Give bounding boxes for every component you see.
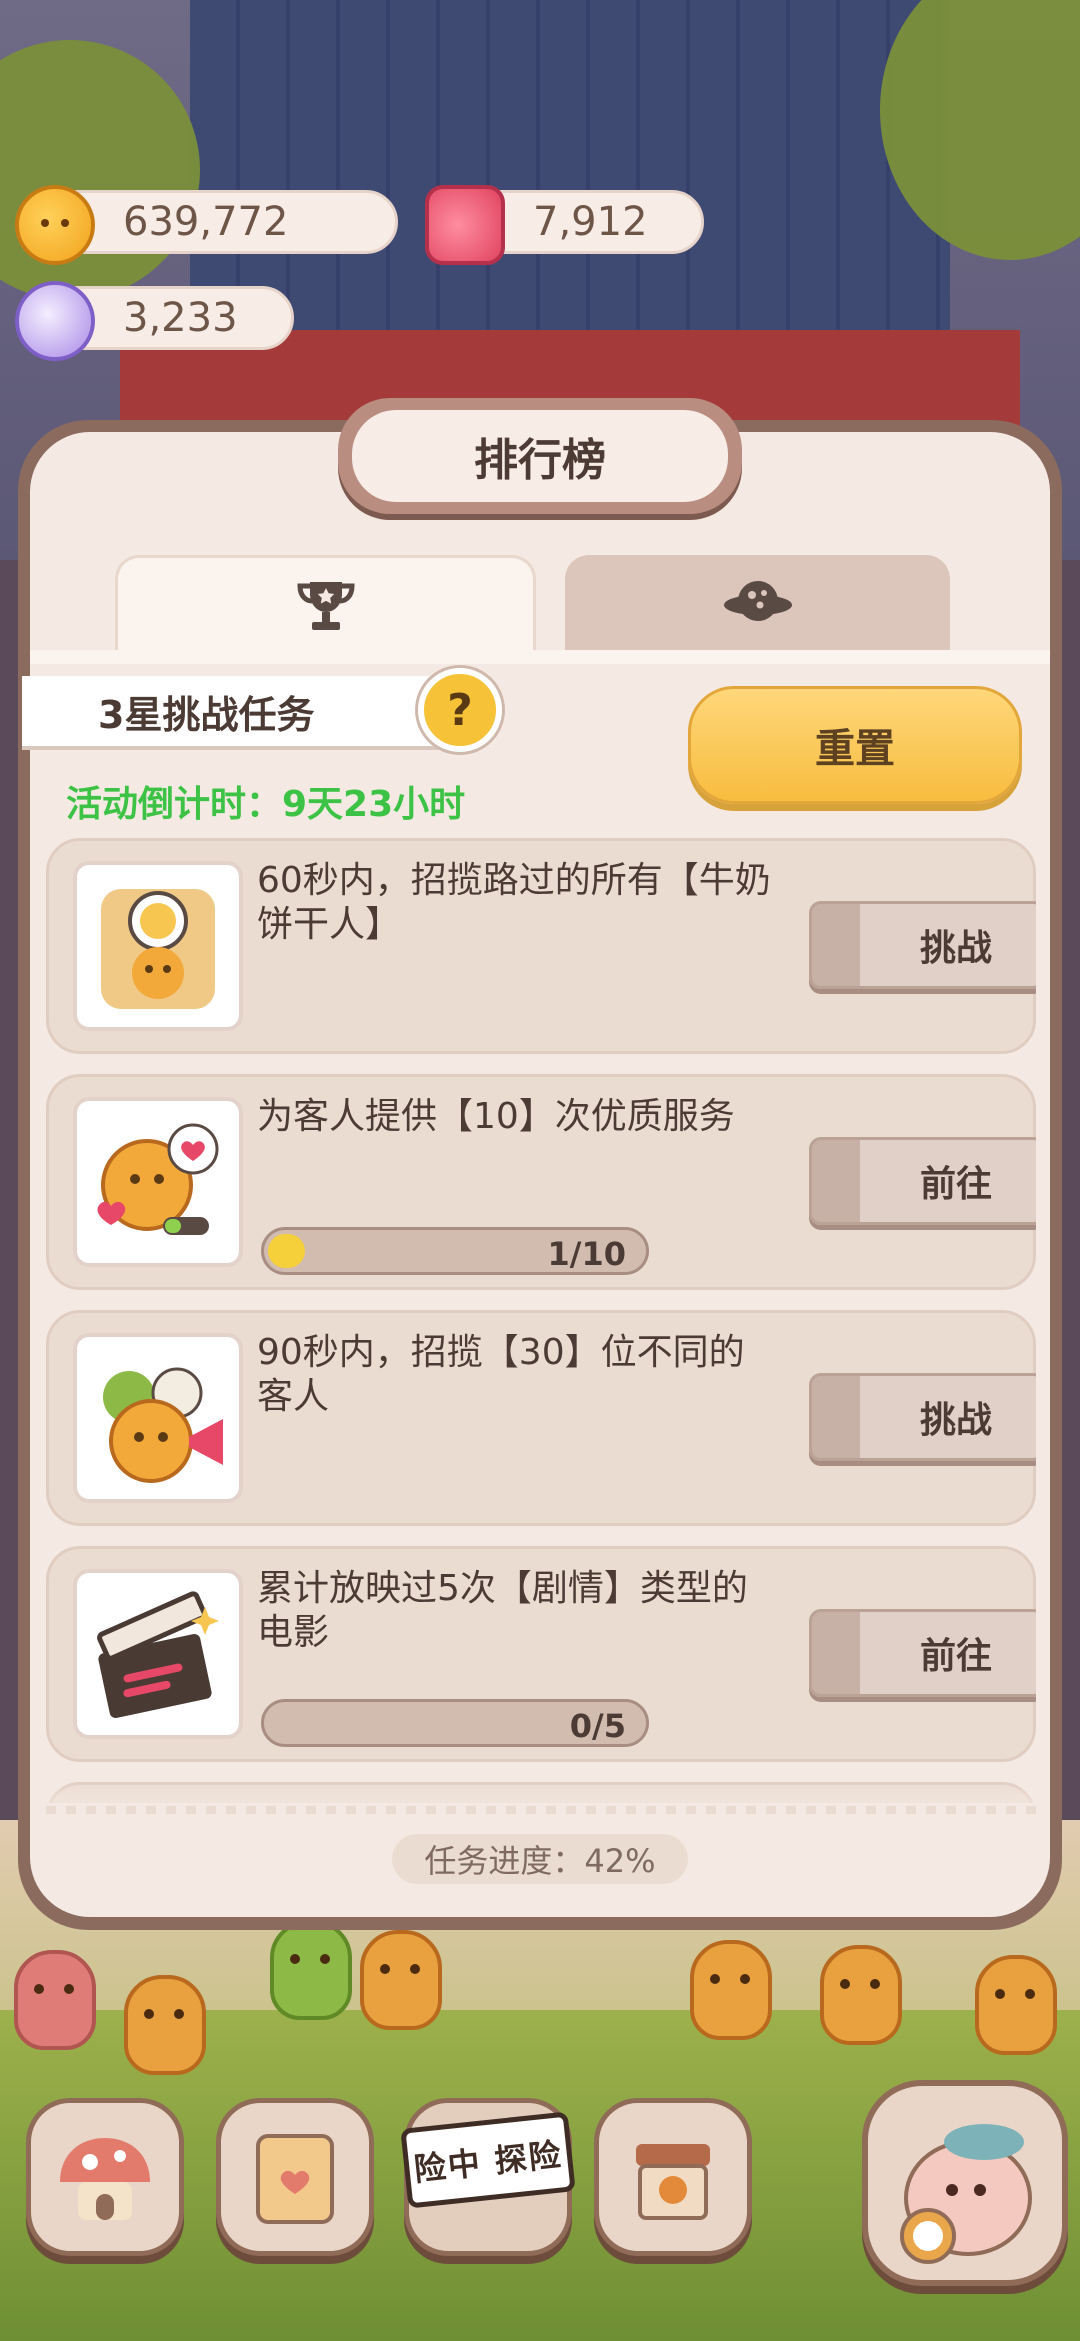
nav-pet-button[interactable]	[862, 2080, 1068, 2286]
task-description: 为客人提供【10】次优质服务	[257, 1096, 735, 1137]
task-description: 60秒内，招揽路过的所有【牛奶饼干人】	[257, 860, 771, 945]
challenge-button[interactable]: 挑战	[809, 901, 1036, 989]
tab-planet[interactable]	[565, 555, 950, 650]
trophy-icon	[296, 581, 355, 630]
cafe-stand-icon	[636, 2144, 710, 2220]
fish-clock-pet-icon	[900, 2124, 1032, 2264]
go-button[interactable]: 前往	[809, 1137, 1036, 1225]
task-card: 60秒内，招揽路过的所有【牛奶饼干人】 挑战	[46, 838, 1036, 1054]
crystal-gem-icon	[15, 281, 95, 361]
nav-cafe-button[interactable]	[594, 2098, 752, 2256]
milk-cookie-stopwatch-icon	[73, 861, 243, 1031]
cookie-npc[interactable]	[820, 1945, 902, 2045]
planet-icon	[723, 580, 792, 621]
currency-value: 3,233	[123, 295, 238, 341]
overall-task-progress: 任务进度：42%	[392, 1834, 688, 1884]
shop-roof	[190, 0, 950, 374]
panel-title: 排行榜	[352, 410, 728, 502]
challenge-button[interactable]: 挑战	[809, 1373, 1036, 1461]
task-card: 90秒内，招揽【30】位不同的客人 挑战	[46, 1310, 1036, 1526]
currency-gems[interactable]: 3,233	[15, 281, 294, 361]
task-progress-bar: 0/5	[261, 1699, 649, 1747]
nav-notebook-button[interactable]	[216, 2098, 374, 2256]
go-button[interactable]: 前往	[809, 1609, 1036, 1697]
task-card: 为客人提供【10】次优质服务 前往 1/10	[46, 1074, 1036, 1290]
cookie-npc[interactable]	[360, 1930, 442, 2030]
help-button[interactable]: ?	[418, 668, 502, 752]
cookie-npc[interactable]	[975, 1955, 1057, 2055]
progress-text: 1/10	[547, 1235, 626, 1273]
cookie-npc[interactable]	[124, 1975, 206, 2075]
progress-fill	[268, 1234, 306, 1268]
currency-cookie-coins[interactable]: 639,772	[15, 185, 398, 265]
task-progress-bar: 1/10	[261, 1227, 649, 1275]
question-icon: ?	[447, 684, 473, 736]
tab-underline	[30, 650, 1050, 664]
task-group-title: 3星挑战任务	[22, 676, 484, 746]
progress-text: 0/5	[569, 1707, 626, 1745]
list-fade	[46, 1780, 1036, 1820]
cookie-heart-service-icon	[73, 1097, 243, 1267]
task-description: 90秒内，招揽【30】位不同的客人	[257, 1332, 745, 1417]
nav-house-button[interactable]	[26, 2098, 184, 2256]
task-card: 累计放映过5次【剧情】类型的电影 前往 0/5	[46, 1546, 1036, 1762]
task-description: 累计放映过5次【剧情】类型的电影	[257, 1568, 748, 1653]
cookie-npc[interactable]	[270, 1920, 352, 2020]
panel-title-text: 排行榜	[474, 435, 606, 486]
cookie-npc[interactable]	[14, 1950, 96, 2050]
notebook-heart-icon	[256, 2134, 334, 2224]
tab-trophy[interactable]	[115, 555, 536, 653]
clapperboard-icon	[73, 1569, 243, 1739]
event-countdown: 活动倒计时：9天23小时	[66, 784, 466, 825]
currency-value: 639,772	[123, 199, 289, 245]
cookie-coin-icon	[15, 185, 95, 265]
list-edge-divider	[46, 1806, 1036, 1814]
task-list[interactable]: 60秒内，招揽路过的所有【牛奶饼干人】 挑战 为客人提供【10】次优质服务 前往…	[46, 838, 1036, 1803]
currency-candles[interactable]: 7,912	[425, 185, 704, 265]
cookie-crowd-megaphone-icon	[73, 1333, 243, 1503]
task-group-title-text: 3星挑战任务	[98, 692, 315, 737]
mushroom-house-icon	[60, 2138, 150, 2220]
candle-icon	[425, 185, 505, 265]
reset-button[interactable]: 重置	[688, 686, 1022, 804]
currency-value: 7,912	[533, 199, 648, 245]
cookie-npc[interactable]	[690, 1940, 772, 2040]
